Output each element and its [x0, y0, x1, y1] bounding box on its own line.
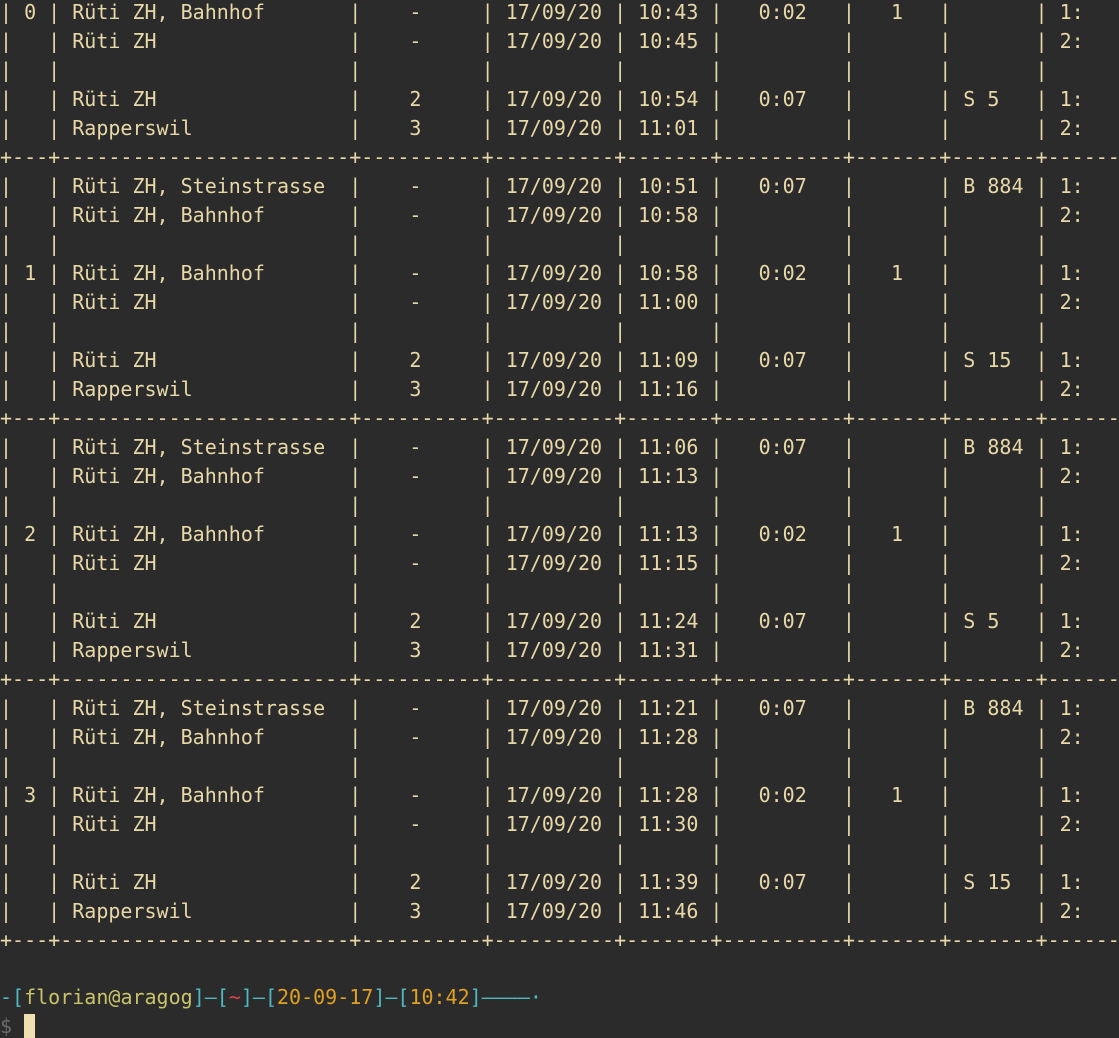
- table-row-line: | | | | | | | | | |: [0, 58, 1119, 82]
- prompt-separator: ]—[: [192, 985, 229, 1009]
- table-row-line: | | Rüti ZH | 2 | 17/09/20 | 11:24 | 0:0…: [0, 609, 1119, 633]
- table-row-line: | 3 | Rüti ZH, Bahnhof | - | 17/09/20 | …: [0, 783, 1119, 807]
- shell-prompt: -[florian@aragog]—[~]—[20-09-17]—[10:42]…: [0, 983, 542, 1012]
- table-row-line: | | Rüti ZH, Bahnhof | - | 17/09/20 | 11…: [0, 464, 1119, 488]
- table-row-line: | | Rüti ZH, Bahnhof | - | 17/09/20 | 10…: [0, 203, 1119, 227]
- prompt-date: 20-09-17: [276, 985, 374, 1009]
- table-row-line: | | | | | | | | | |: [0, 754, 1119, 778]
- table-row-line: | | Rapperswil | 3 | 17/09/20 | 11:16 | …: [0, 377, 1119, 401]
- table-row-line: | | | | | | | | | |: [0, 493, 1119, 517]
- prompt-frame-close: ]————·: [469, 985, 542, 1009]
- prompt-cwd: ~: [228, 985, 241, 1009]
- table-row-line: | | Rüti ZH, Bahnhof | - | 17/09/20 | 11…: [0, 725, 1119, 749]
- table-row-line: | | Rapperswil | 3 | 17/09/20 | 11:46 | …: [0, 899, 1119, 923]
- prompt-time: 10:42: [409, 985, 470, 1009]
- table-row-line: | | Rüti ZH, Steinstrasse | - | 17/09/20…: [0, 696, 1119, 720]
- table-row-line: | | Rüti ZH, Steinstrasse | - | 17/09/20…: [0, 174, 1119, 198]
- table-row-line: | | Rüti ZH | 2 | 17/09/20 | 11:09 | 0:0…: [0, 348, 1119, 372]
- command-input-line[interactable]: $: [0, 1012, 36, 1038]
- table-row-line: | | | | | | | | | |: [0, 319, 1119, 343]
- table-row-line: | | Rüti ZH, Steinstrasse | - | 17/09/20…: [0, 435, 1119, 459]
- table-separator-line: +---+------------------------+----------…: [0, 667, 1119, 691]
- prompt-frame-open: -[: [0, 985, 25, 1009]
- table-row-line: | 0 | Rüti ZH, Bahnhof | - | 17/09/20 | …: [0, 0, 1119, 24]
- terminal-window[interactable]: | 0 | Rüti ZH, Bahnhof | - | 17/09/20 | …: [0, 0, 1119, 1038]
- table-row-line: | 1 | Rüti ZH, Bahnhof | - | 17/09/20 | …: [0, 261, 1119, 285]
- prompt-symbol: $: [0, 1014, 25, 1038]
- table-row-line: | | Rüti ZH | 2 | 17/09/20 | 11:39 | 0:0…: [0, 870, 1119, 894]
- connections-table: | 0 | Rüti ZH, Bahnhof | - | 17/09/20 | …: [0, 0, 1119, 984]
- table-row-line: | | Rüti ZH | - | 17/09/20 | 11:15 | | |…: [0, 551, 1119, 575]
- table-row-line: | | Rüti ZH | 2 | 17/09/20 | 10:54 | 0:0…: [0, 87, 1119, 111]
- text-cursor[interactable]: [24, 1014, 36, 1038]
- table-row-line: | | | | | | | | | |: [0, 841, 1119, 865]
- table-row-line: | | Rüti ZH | - | 17/09/20 | 11:00 | | |…: [0, 290, 1119, 314]
- prompt-separator: ]—[: [240, 985, 277, 1009]
- table-separator-line: +---+------------------------+----------…: [0, 406, 1119, 430]
- table-row-line: | | | | | | | | | |: [0, 232, 1119, 256]
- table-row-line: | | | | | | | | | |: [0, 580, 1119, 604]
- table-separator-line: +---+------------------------+----------…: [0, 145, 1119, 169]
- prompt-username: florian: [24, 985, 109, 1009]
- table-row-line: | | Rapperswil | 3 | 17/09/20 | 11:01 | …: [0, 116, 1119, 140]
- table-row-line: | | Rüti ZH | - | 17/09/20 | 10:45 | | |…: [0, 29, 1119, 53]
- table-separator-line: +---+------------------------+----------…: [0, 928, 1119, 952]
- table-row-line: | | Rüti ZH | - | 17/09/20 | 11:30 | | |…: [0, 812, 1119, 836]
- prompt-separator: ]—[: [373, 985, 410, 1009]
- table-row-line: | | Rapperswil | 3 | 17/09/20 | 11:31 | …: [0, 638, 1119, 662]
- table-row-line: | 2 | Rüti ZH, Bahnhof | - | 17/09/20 | …: [0, 522, 1119, 546]
- table-row-line: [0, 955, 1119, 984]
- prompt-at-sign: @: [108, 985, 121, 1009]
- prompt-hostname: aragog: [120, 985, 193, 1009]
